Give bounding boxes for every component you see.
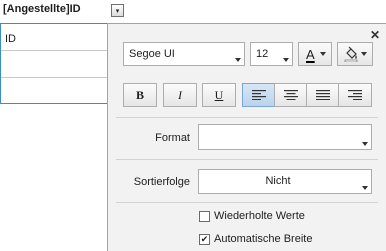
repeated-values-label: Wiederholte Werte bbox=[214, 210, 305, 222]
align-left-icon bbox=[251, 90, 266, 100]
font-name-select[interactable]: Segoe UI bbox=[123, 42, 245, 66]
fill-color-button[interactable] bbox=[337, 42, 373, 66]
italic-button[interactable]: I bbox=[163, 83, 197, 107]
align-right-button[interactable] bbox=[338, 83, 372, 107]
auto-width-option[interactable]: ✔ Automatische Breite bbox=[199, 233, 312, 245]
bold-icon: B bbox=[135, 87, 144, 102]
field-title: [Angestellte]ID bbox=[3, 3, 81, 15]
italic-icon: I bbox=[178, 87, 182, 102]
divider bbox=[116, 159, 378, 160]
caret-down-icon bbox=[235, 58, 241, 62]
checkmark-icon: ✔ bbox=[200, 233, 209, 244]
bold-button[interactable]: B bbox=[123, 83, 157, 107]
caret-down-icon bbox=[283, 58, 289, 62]
format-select[interactable] bbox=[198, 124, 372, 150]
caret-down-icon bbox=[362, 142, 368, 146]
field-format-panel: ✕ Segoe UI 12 A B I U Format Sortierfolg… bbox=[107, 23, 386, 251]
align-justify-button[interactable] bbox=[306, 83, 339, 107]
repeated-values-checkbox[interactable] bbox=[199, 210, 210, 222]
sort-order-label: Sortierfolge bbox=[133, 176, 190, 188]
field-dropdown-button[interactable]: ▾ bbox=[111, 4, 124, 17]
font-size-value: 12 bbox=[256, 48, 269, 60]
sort-order-select[interactable]: Nicht bbox=[198, 169, 372, 194]
auto-width-checkbox[interactable]: ✔ bbox=[199, 233, 210, 245]
column-row[interactable] bbox=[1, 78, 108, 105]
caret-down-icon bbox=[362, 186, 368, 190]
align-right-icon bbox=[348, 90, 362, 100]
font-name-value: Segoe UI bbox=[129, 48, 175, 60]
caret-down-icon bbox=[320, 52, 326, 56]
field-column[interactable]: ID bbox=[0, 23, 108, 104]
close-icon[interactable]: ✕ bbox=[370, 29, 380, 41]
repeated-values-option[interactable]: Wiederholte Werte bbox=[199, 210, 305, 222]
align-justify-icon bbox=[315, 90, 330, 100]
chevron-down-icon: ▾ bbox=[115, 7, 120, 15]
underline-icon: U bbox=[214, 87, 224, 102]
sort-order-value: Nicht bbox=[265, 175, 291, 187]
divider bbox=[116, 202, 378, 203]
column-row[interactable] bbox=[1, 51, 108, 78]
align-center-icon bbox=[283, 90, 298, 100]
font-size-select[interactable]: 12 bbox=[250, 42, 293, 66]
caret-down-icon bbox=[361, 52, 367, 56]
divider bbox=[116, 117, 378, 118]
field-header: [Angestellte]ID ▾ bbox=[0, 0, 130, 20]
paint-bucket-icon bbox=[344, 46, 358, 62]
format-label: Format bbox=[155, 132, 190, 144]
align-center-button[interactable] bbox=[274, 83, 307, 107]
font-color-button[interactable]: A bbox=[298, 42, 332, 66]
underline-button[interactable]: U bbox=[202, 83, 236, 107]
auto-width-label: Automatische Breite bbox=[214, 233, 313, 245]
font-color-icon: A bbox=[306, 46, 315, 62]
column-row[interactable]: ID bbox=[1, 24, 108, 51]
align-left-button[interactable] bbox=[242, 83, 275, 107]
